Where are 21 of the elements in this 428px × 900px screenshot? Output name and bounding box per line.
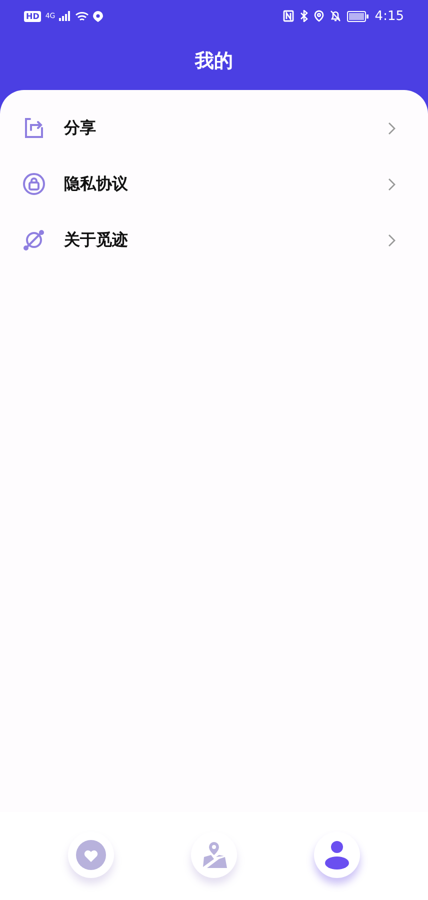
share-icon <box>22 116 46 140</box>
page-title: 我的 <box>195 49 233 74</box>
signal-icon <box>59 11 72 21</box>
lock-icon <box>22 172 46 196</box>
status-time: 4:15 <box>374 8 404 24</box>
menu-item[interactable]: 隐私协议 <box>64 174 388 194</box>
nfc-icon <box>282 10 294 22</box>
menu-item[interactable]: 分享 <box>64 118 388 138</box>
chevron-right-icon <box>388 122 396 134</box>
chevron-right-icon <box>388 234 396 246</box>
location-icon <box>314 10 324 22</box>
tab-button[interactable] <box>314 832 360 878</box>
bluetooth-icon <box>300 10 308 22</box>
location-badge-icon <box>93 10 104 22</box>
chevron-right-icon <box>388 178 396 190</box>
wifi-icon <box>75 10 90 22</box>
bell-off-icon <box>330 10 341 22</box>
hd-badge: HD <box>24 10 42 22</box>
planet-icon <box>22 228 46 252</box>
menu-item[interactable]: 关于觅迹 <box>64 230 388 250</box>
battery-icon <box>346 10 369 22</box>
